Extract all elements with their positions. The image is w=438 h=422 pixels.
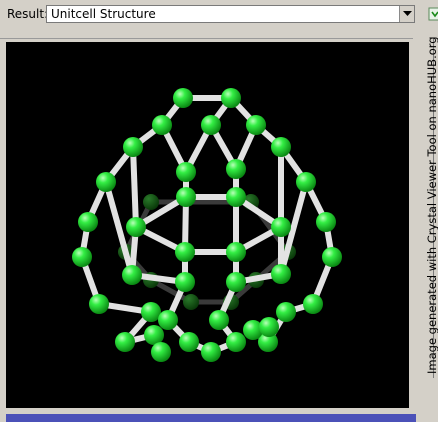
carbon-atom xyxy=(122,265,142,285)
carbon-atom xyxy=(276,302,296,322)
carbon-atom xyxy=(226,272,246,292)
carbon-atom xyxy=(151,342,171,362)
carbon-atom xyxy=(296,172,316,192)
result-label: Result: xyxy=(7,7,49,21)
fullerene-structure xyxy=(72,88,342,362)
carbon-atom xyxy=(226,332,246,352)
carbon-atom xyxy=(246,115,266,135)
carbon-atom xyxy=(316,212,336,232)
horizontal-scrollbar[interactable] xyxy=(6,414,416,422)
carbon-atom xyxy=(226,187,246,207)
carbon-atom xyxy=(179,332,199,352)
carbon-atom xyxy=(209,310,229,330)
carbon-atom xyxy=(78,212,98,232)
carbon-atom xyxy=(226,159,246,179)
chevron-down-icon[interactable] xyxy=(399,6,414,22)
carbon-atom xyxy=(226,242,246,262)
carbon-atom xyxy=(123,137,143,157)
carbon-atom xyxy=(303,294,323,314)
download-icon[interactable] xyxy=(428,7,438,22)
carbon-atom xyxy=(201,115,221,135)
bond xyxy=(130,144,139,230)
carbon-atom xyxy=(271,217,291,237)
carbon-atom xyxy=(322,247,342,267)
carbon-atom xyxy=(201,342,221,362)
molecule-viewer[interactable] xyxy=(6,42,409,408)
carbon-atom xyxy=(175,272,195,292)
viewer-credit: Image generated with Crystal Viewer Tool… xyxy=(425,36,438,374)
carbon-atom xyxy=(126,217,146,237)
carbon-atom xyxy=(152,115,172,135)
result-select[interactable]: Unitcell Structure xyxy=(46,5,415,23)
carbon-atom xyxy=(141,302,161,322)
carbon-atom xyxy=(96,172,116,192)
carbon-atom xyxy=(259,317,279,337)
carbon-atom xyxy=(271,137,291,157)
carbon-atom xyxy=(158,310,178,330)
carbon-atom xyxy=(221,88,241,108)
carbon-atom xyxy=(115,332,135,352)
result-select-value: Unitcell Structure xyxy=(51,7,156,21)
carbon-atom xyxy=(183,294,199,310)
carbon-atom xyxy=(72,247,92,267)
carbon-atom xyxy=(175,242,195,262)
carbon-atom xyxy=(176,187,196,207)
carbon-atom xyxy=(271,264,291,284)
carbon-atom xyxy=(173,88,193,108)
carbon-atom xyxy=(89,294,109,314)
carbon-atom xyxy=(143,194,159,210)
toolbar: Result: Unitcell Structure xyxy=(0,0,438,30)
carbon-atom xyxy=(176,162,196,182)
